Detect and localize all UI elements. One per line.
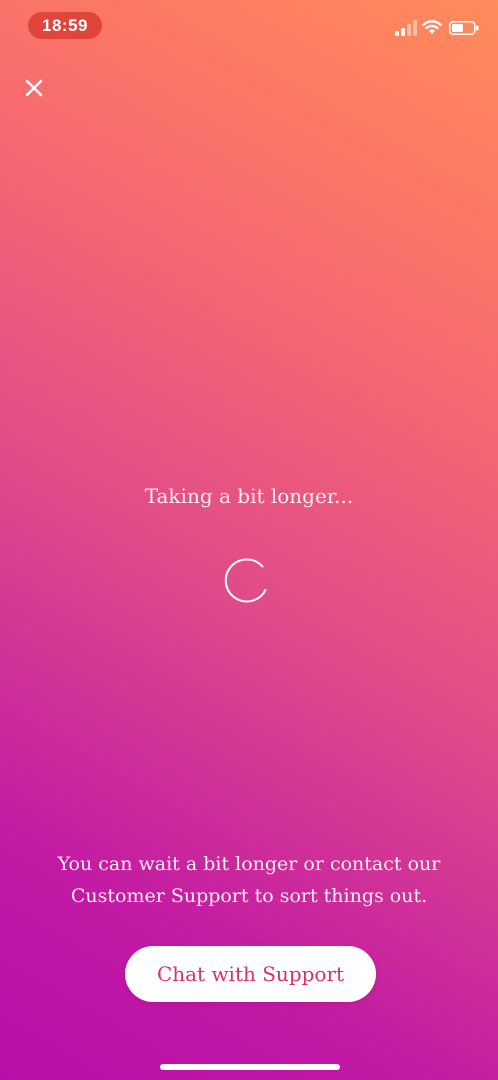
help-text: You can wait a bit longer or contact our… bbox=[57, 853, 441, 907]
wifi-icon bbox=[422, 20, 442, 34]
chat-with-support-button[interactable]: Chat with Support bbox=[125, 946, 376, 1002]
home-indicator bbox=[160, 1064, 340, 1070]
status-time: 18:59 bbox=[28, 12, 102, 39]
close-icon[interactable] bbox=[20, 74, 48, 102]
battery-icon bbox=[449, 21, 479, 35]
loading-title: Taking a bit longer... bbox=[144, 484, 354, 508]
spinner-icon bbox=[224, 558, 267, 603]
signal-icon bbox=[395, 20, 417, 36]
status-bar: 18:59 bbox=[0, 0, 498, 56]
